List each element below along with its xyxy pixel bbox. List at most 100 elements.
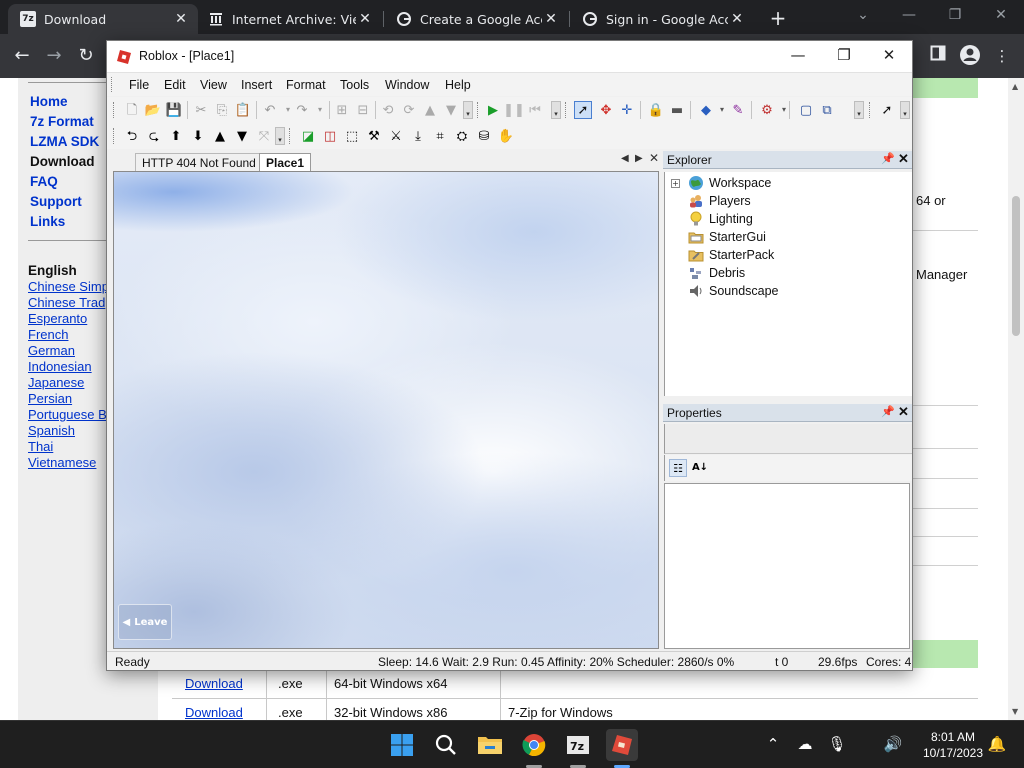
tilt-up-icon[interactable]: ⬆	[167, 127, 185, 145]
scrollbar-thumb[interactable]	[1012, 196, 1020, 336]
tree-item-starterpack[interactable]: StarterPack	[687, 246, 774, 264]
onedrive-icon[interactable]: ☁	[794, 735, 816, 753]
reload-icon[interactable]: ↻	[74, 44, 98, 68]
3d-viewport[interactable]: ◀ Leave	[113, 171, 659, 649]
browser-tab-download[interactable]: 7z Download ✕	[8, 4, 198, 34]
toolbar-overflow-icon[interactable]: ▾	[275, 127, 285, 145]
close-tab-icon[interactable]: ✕	[542, 11, 560, 27]
menu-view[interactable]: View	[200, 78, 227, 92]
doc-tab-http-404[interactable]: HTTP 404 Not Found	[135, 153, 263, 171]
menu-link-7z-format[interactable]: 7z Format	[30, 114, 94, 129]
explorer-header[interactable]: Explorer 📌 ✕	[663, 151, 912, 169]
tree-item-startergui[interactable]: StarterGui	[687, 228, 766, 246]
tree-item-lighting[interactable]: Lighting	[687, 210, 753, 228]
tree-item-soundscape[interactable]: Soundscape	[687, 282, 779, 300]
insert-model-icon[interactable]: ◫	[321, 127, 339, 145]
restore-icon[interactable]: ❐	[829, 46, 859, 64]
axis-move-icon[interactable]: ✛	[618, 101, 636, 119]
close-panel-icon[interactable]: ✕	[898, 404, 909, 420]
pan-left-icon[interactable]: ⮌	[123, 127, 141, 145]
new-file-icon[interactable]: 🗋	[123, 101, 141, 119]
redo-icon[interactable]: ↷	[293, 101, 311, 119]
search-icon[interactable]	[430, 729, 462, 761]
download-link-x86[interactable]: Download	[185, 705, 243, 720]
language-link[interactable]: French	[28, 327, 68, 342]
toolbar-grip[interactable]	[477, 102, 480, 118]
back-arrow-icon[interactable]: ←	[10, 44, 34, 68]
microphone-icon[interactable]: 🎙	[826, 735, 848, 753]
roblox-studio-taskbar-icon[interactable]	[606, 729, 638, 761]
toolbar-grip[interactable]	[113, 128, 116, 144]
minimize-icon[interactable]: —	[783, 46, 813, 64]
toolbar-grip[interactable]	[113, 102, 116, 118]
close-window-icon[interactable]: ✕	[978, 4, 1024, 26]
chrome-icon[interactable]	[518, 729, 550, 761]
profile-avatar-icon[interactable]	[958, 44, 982, 68]
tree-item-debris[interactable]: Debris	[687, 264, 745, 282]
move-down-icon[interactable]: ▼	[442, 101, 460, 119]
language-link[interactable]: German	[28, 343, 75, 358]
insert-brick-icon[interactable]: ⬚	[343, 127, 361, 145]
minimize-icon[interactable]: —	[886, 4, 932, 26]
close-tab-icon[interactable]: ✕	[356, 11, 374, 27]
pin-icon[interactable]: 📌	[881, 405, 895, 418]
snap-icon[interactable]: ⤓	[409, 127, 427, 145]
tilt-icon[interactable]: ⟳	[400, 101, 418, 119]
taskbar-clock[interactable]: 8:01 AM 10/17/2023	[918, 729, 988, 761]
language-link[interactable]: Portuguese B	[28, 407, 107, 422]
drag-move-icon[interactable]: ✥	[597, 101, 615, 119]
language-link[interactable]: Japanese	[28, 375, 84, 390]
menu-tools[interactable]: Tools	[340, 78, 369, 92]
file-explorer-icon[interactable]	[474, 729, 506, 761]
zoom-out-icon[interactable]: ▼	[233, 127, 251, 145]
rewind-icon[interactable]: ⏮	[526, 101, 544, 119]
browser-tab-internet-archive[interactable]: Internet Archive: View ✕	[196, 4, 382, 34]
select-arrow-icon[interactable]: ➚	[574, 101, 592, 119]
tab-scroll-right-icon[interactable]: ▶	[635, 153, 643, 164]
browser-tab-create-google-account[interactable]: Create a Google Acco ✕	[384, 4, 568, 34]
toolbar-grip[interactable]	[869, 102, 872, 118]
zoom-in-icon[interactable]: ▲	[211, 127, 229, 145]
copy-icon[interactable]: ⎘	[213, 101, 231, 119]
menu-insert[interactable]: Insert	[241, 78, 272, 92]
properties-header[interactable]: Properties 📌 ✕	[663, 404, 912, 422]
leave-button[interactable]: ◀ Leave	[118, 604, 172, 640]
language-link[interactable]: Esperanto	[28, 311, 87, 326]
page-scrollbar[interactable]: ▲ ▼	[1008, 78, 1024, 720]
categorized-view-icon[interactable]: ☷	[669, 459, 687, 477]
scroll-up-icon[interactable]: ▲	[1012, 82, 1018, 91]
tilt-down-icon[interactable]: ⬇	[189, 127, 207, 145]
stamp-icon[interactable]: ⛁	[475, 127, 493, 145]
weld-icon[interactable]: ⚔	[387, 127, 405, 145]
camera-icon[interactable]: ▢	[797, 101, 815, 119]
open-folder-icon[interactable]: 📂	[144, 101, 162, 119]
browser-tab-sign-in-google[interactable]: Sign in - Google Acco ✕	[570, 4, 754, 34]
menu-file[interactable]: File	[129, 78, 149, 92]
tab-search-chevron-icon[interactable]: ⌄	[840, 4, 886, 26]
hinge-icon[interactable]: ⛭	[453, 127, 471, 145]
anchor-icon[interactable]: ▬	[668, 101, 686, 119]
zoom-fit-icon[interactable]: ⤧	[255, 127, 273, 145]
toolbar-overflow-icon[interactable]: ▾	[900, 101, 910, 119]
toolbar-grip[interactable]	[289, 128, 292, 144]
group-icon[interactable]: ⊞	[333, 101, 351, 119]
dropdown-arrow-icon[interactable]: ▾	[311, 101, 329, 119]
side-panel-icon[interactable]	[926, 44, 950, 68]
cut-icon[interactable]: ✂	[192, 101, 210, 119]
menu-window[interactable]: Window	[385, 78, 429, 92]
dropper-icon[interactable]: ✎	[729, 101, 747, 119]
close-window-icon[interactable]: ✕	[874, 46, 904, 64]
pause-icon[interactable]: ❚❚	[503, 101, 525, 119]
menu-link-home[interactable]: Home	[30, 94, 68, 109]
menu-help[interactable]: Help	[445, 78, 471, 92]
glue-icon[interactable]: ⌗	[431, 127, 449, 145]
language-link[interactable]: Thai	[28, 439, 53, 454]
notification-bell-icon[interactable]: 🔔	[986, 735, 1008, 753]
hand-tool-icon[interactable]: ✋	[497, 127, 515, 145]
restore-icon[interactable]: ❐	[932, 4, 978, 26]
paste-icon[interactable]: 📋	[234, 101, 252, 119]
surface-icon[interactable]: ⚙	[758, 101, 776, 119]
insert-truss-icon[interactable]: ⚒	[365, 127, 383, 145]
insert-part-icon[interactable]: ◪	[299, 127, 317, 145]
toolbar-overflow-icon[interactable]: ▾	[854, 101, 864, 119]
